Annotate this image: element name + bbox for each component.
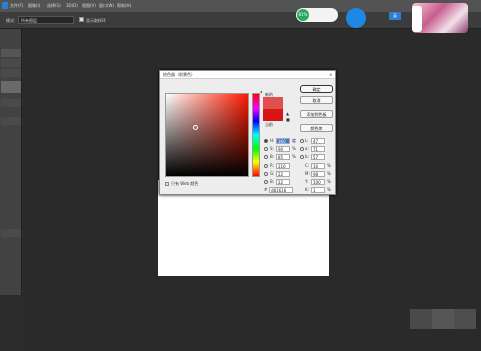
radio-g[interactable] [264,172,268,176]
field-blue-input[interactable]: 22 [276,179,290,185]
field-a-label: a: [305,146,309,151]
field-s-label: S: [270,146,274,151]
menu-help[interactable]: 帮助(H) [117,3,131,9]
menu-window[interactable]: 窗口(W) [99,3,114,9]
hue-slider[interactable] [252,93,260,177]
thumbnail-block-1 [410,309,432,329]
saturation-value-field[interactable] [165,93,249,177]
current-color-label: 当前 [265,122,273,127]
field-k-input[interactable]: 1 [311,187,325,193]
eraser-tool-icon[interactable] [1,117,21,125]
network-badge-icon: 81% [297,9,309,21]
field-k-label: K: [305,187,309,192]
color-cursor-icon [193,125,198,130]
menu-3d[interactable]: 3D(D) [66,3,78,8]
field-lab-b-label: b: [305,154,309,159]
move-tool-icon[interactable] [1,49,21,57]
field-m-label: M: [305,171,310,176]
field-h-unit: 度 [292,138,296,143]
field-b-unit: % [292,154,296,159]
radio-b[interactable] [264,155,268,159]
radio-r[interactable] [264,164,268,168]
only-web-colors-checkbox[interactable] [165,182,169,186]
color-libraries-button[interactable]: 颜色库 [300,124,333,132]
current-color-swatch[interactable] [263,109,283,121]
field-m-input[interactable]: 98 [311,171,325,177]
field-r-label: R: [270,163,275,168]
mode-label: 模式: [6,18,16,23]
field-g-label: G: [270,171,275,176]
mode-select[interactable]: 所有图层 [18,16,74,24]
field-c-input[interactable]: 10 [311,163,325,169]
assistant-bubble-icon[interactable] [346,8,366,28]
app-icon[interactable] [2,2,8,9]
tools-panel [0,29,22,295]
menu-select[interactable]: 选择(S) [47,3,61,9]
ok-button[interactable]: 确定 [300,85,333,93]
field-c-label: C: [305,163,310,168]
field-h-label: H: [270,138,275,143]
field-lab-b-input[interactable]: 57 [311,154,325,160]
ime-lang-indicator[interactable]: 英 [389,12,401,20]
close-icon[interactable]: × [329,72,332,77]
radio-blue[interactable] [264,180,268,184]
thumbnail-block-2 [432,309,454,329]
radio-a[interactable] [300,147,304,151]
add-to-swatches-button[interactable]: 添加到色板 [300,110,333,118]
menu-view[interactable]: 视图(V) [82,3,96,9]
radio-h[interactable] [264,139,268,143]
field-y-unit: % [327,179,331,184]
field-m-unit: % [327,171,331,176]
options-bar: 模式: 所有图层 显示取样环 [0,12,481,29]
menu-bar: 文件(F) 图像(I) 选择(S) 3D(D) 视图(V) 窗口(W) 帮助(H… [0,0,481,12]
sample-ring-label: 显示取样环 [86,18,106,23]
new-color-swatch [263,97,283,109]
field-b-label: B: [270,154,275,159]
eyedropper-tool-icon[interactable] [1,81,21,93]
field-b-input[interactable]: 85 [276,154,290,160]
thumbnail-block-3 [454,309,476,329]
floating-toolbar[interactable] [412,6,422,32]
marquee-tool-icon[interactable] [1,59,21,67]
field-c-unit: % [327,163,331,168]
hex-input[interactable]: d81616 [269,187,293,193]
menu-file[interactable]: 文件(F) [10,3,23,9]
color-picker-dialog: 拾色器（前景色） × ◂ 新的 当前 ▲ ■ 确定 取消 添加到色板 颜色库 H… [159,70,336,195]
web-safe-icon[interactable]: ■ [286,117,290,122]
menu-image[interactable]: 图像(I) [28,3,40,9]
hue-slider-arrow-icon[interactable]: ◂ [260,89,262,94]
hex-label: # [264,187,268,192]
field-s-unit: % [292,146,296,151]
field-blue-label: B: [270,179,275,184]
field-k-unit: % [327,187,331,192]
field-l-label: L: [305,138,309,143]
radio-l[interactable] [300,139,304,143]
sample-ring-checkbox[interactable] [79,17,84,22]
network-speed-widget: 81% [296,8,338,22]
field-y-label: Y: [305,179,309,184]
field-a-input[interactable]: 71 [311,146,325,152]
field-g-input[interactable]: 22 [276,171,290,177]
field-l-input[interactable]: 47 [311,138,325,144]
cancel-button[interactable]: 取消 [300,96,333,104]
field-h-input[interactable]: 360 [276,138,290,144]
lasso-tool-icon[interactable] [1,69,21,77]
field-y-input[interactable]: 100 [311,179,325,185]
field-s-input[interactable]: 90 [276,146,290,152]
brush-tool-icon[interactable] [1,99,21,107]
text-tool-icon[interactable] [1,229,21,237]
field-r-input[interactable]: 216 [276,163,290,169]
radio-lab-b[interactable] [300,155,304,159]
gamut-warning-icon[interactable]: ▲ [286,111,289,116]
dialog-title: 拾色器（前景色） [160,71,335,79]
radio-s[interactable] [264,147,268,151]
only-web-colors-label: 只有 Web 颜色 [171,181,199,186]
